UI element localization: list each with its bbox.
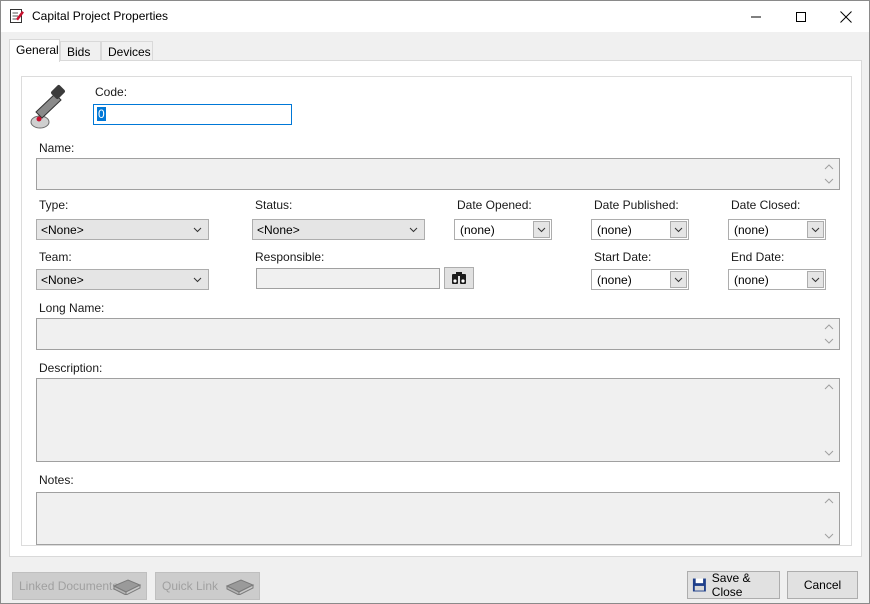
minimize-button[interactable] [733,1,779,32]
date-closed-label: Date Closed: [731,198,801,212]
end-date-label: End Date: [731,250,785,264]
date-opened-picker[interactable]: (none) [454,219,552,240]
tab-devices[interactable]: Devices [101,41,153,61]
date-closed-picker[interactable]: (none) [728,219,826,240]
tab-general[interactable]: General [9,39,60,62]
title-bar: Capital Project Properties [1,1,869,32]
notes-field[interactable] [36,492,840,545]
chevron-down-icon [674,227,683,233]
start-date-label: Start Date: [594,250,652,264]
date-published-picker[interactable]: (none) [591,219,689,240]
cancel-label: Cancel [803,578,842,592]
start-date-value: (none) [597,273,632,287]
maximize-button[interactable] [778,1,824,32]
capital-project-icon [27,82,75,133]
minimize-icon [751,16,761,17]
team-value: <None> [41,273,84,287]
chevron-down-icon [193,277,202,283]
chevron-down-icon [811,227,820,233]
scroll-up-icon[interactable] [824,383,834,391]
cancel-button[interactable]: Cancel [787,571,858,599]
long-name-field[interactable] [36,318,840,350]
date-published-label: Date Published: [594,198,679,212]
date-opened-value: (none) [460,223,495,237]
properties-window: Capital Project Properties General Bids … [0,0,870,604]
binoculars-icon [452,272,466,284]
status-label: Status: [255,198,293,212]
window-title: Capital Project Properties [32,9,169,23]
date-closed-value: (none) [734,223,769,237]
responsible-lookup-button[interactable] [444,267,474,289]
end-date-picker[interactable]: (none) [728,269,826,290]
code-field[interactable]: 0 [93,104,292,125]
code-value: 0 [97,107,106,121]
date-closed-dropdown-button[interactable] [807,221,824,238]
name-label: Name: [39,141,75,155]
notes-label: Notes: [39,473,74,487]
save-disk-icon [692,578,706,592]
scroll-down-icon[interactable] [824,177,834,185]
book-icon [225,579,255,595]
chevron-down-icon [537,227,546,233]
quick-link-button[interactable]: Quick Link [155,572,260,600]
description-field[interactable] [36,378,840,462]
start-date-picker[interactable]: (none) [591,269,689,290]
long-name-label: Long Name: [39,301,105,315]
start-date-dropdown-button[interactable] [670,271,687,288]
book-icon [112,579,142,595]
type-dropdown[interactable]: <None> [36,219,209,240]
scroll-up-icon[interactable] [824,323,834,331]
linked-documents-button[interactable]: Linked Documents [12,572,147,600]
end-date-value: (none) [734,273,769,287]
scroll-down-icon[interactable] [824,449,834,457]
team-label: Team: [39,250,72,264]
status-value: <None> [257,223,300,237]
scroll-down-icon[interactable] [824,337,834,345]
app-document-icon [9,8,25,24]
responsible-field[interactable] [256,268,440,289]
close-icon [840,10,852,23]
chevron-down-icon [811,277,820,283]
type-value: <None> [41,223,84,237]
scroll-up-icon[interactable] [824,497,834,505]
scroll-up-icon[interactable] [824,163,834,171]
date-published-dropdown-button[interactable] [670,221,687,238]
responsible-label: Responsible: [255,250,325,264]
general-group-box [21,76,852,546]
general-tab-panel: Code: 0 Name: Type: Status: Date Opened:… [9,60,862,557]
chevron-down-icon [674,277,683,283]
scroll-down-icon[interactable] [824,532,834,540]
name-field[interactable] [36,158,840,190]
chevron-down-icon [193,227,202,233]
description-label: Description: [39,361,103,375]
save-close-button[interactable]: Save & Close [687,571,780,599]
status-dropdown[interactable]: <None> [252,219,425,240]
maximize-icon [796,11,806,22]
date-opened-label: Date Opened: [457,198,532,212]
code-label: Code: [95,85,128,99]
close-button[interactable] [823,1,869,32]
linked-documents-label: Linked Documents [19,579,119,593]
date-published-value: (none) [597,223,632,237]
save-close-label: Save & Close [711,571,751,599]
type-label: Type: [39,198,69,212]
tab-bids[interactable]: Bids [60,41,101,61]
date-opened-dropdown-button[interactable] [533,221,550,238]
team-dropdown[interactable]: <None> [36,269,209,290]
chevron-down-icon [409,227,418,233]
end-date-dropdown-button[interactable] [807,271,824,288]
quick-link-label: Quick Link [162,579,219,593]
